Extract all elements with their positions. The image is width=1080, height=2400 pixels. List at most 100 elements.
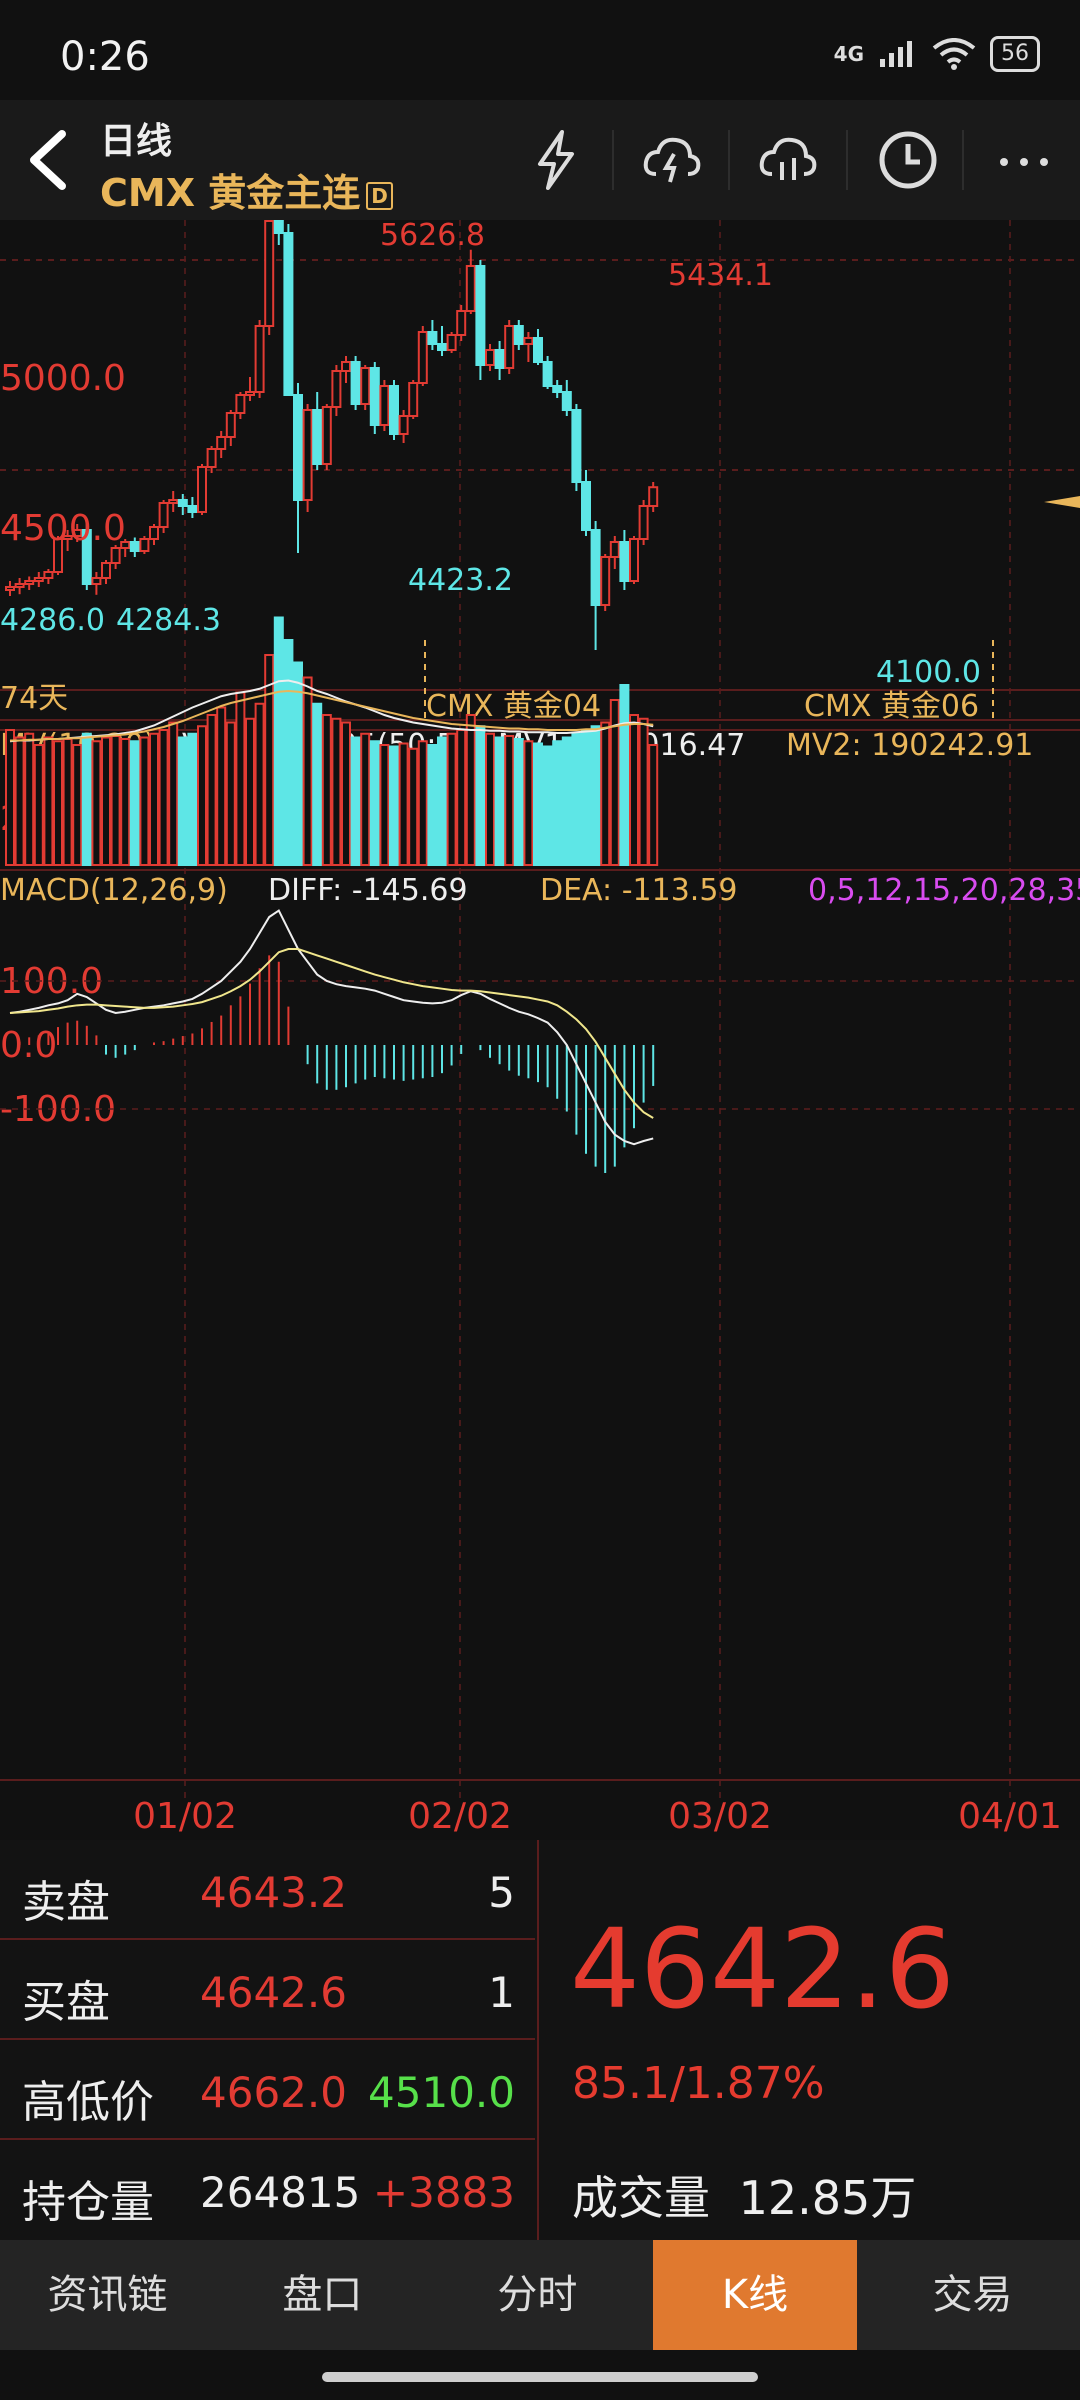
volume-bar [101,736,111,866]
volume-bar [360,732,371,866]
high-low-row: 高低价 4662.0 4510.0 [0,2040,535,2140]
flash-icon[interactable] [524,128,588,192]
home-indicator[interactable] [322,2372,758,2382]
candle-body [302,409,313,501]
header-divider [612,130,614,190]
volume-bar [187,732,198,866]
ask-size: 5 [488,1868,515,1917]
tab-kline[interactable]: K线 [652,2240,858,2350]
macd-title: MACD(12,26,9) [0,873,228,908]
candle-body [609,541,620,558]
volume-bar [225,721,236,866]
ask-label: 卖盘 [22,1877,110,1928]
candle-body [437,343,447,351]
volume-bar [14,736,25,866]
volume-bar [494,736,505,866]
quote-panel: 卖盘 4643.2 5 买盘 4642.6 1 高低价 4662.0 4510.… [0,1840,1080,2240]
volume-bar [398,742,409,866]
ask-price: 4643.2 [200,1868,347,1917]
status-time: 0:26 [60,34,150,80]
volume-bar [33,744,44,866]
volume-bar [446,732,457,866]
kline-chart-canvas[interactable]: 5000.0 4500.0 5626.8 5434.1 4423.2 4100.0 4286… [0,191,1080,1840]
instrument-title[interactable]: CMX 黄金主连 D [100,162,393,217]
tab-orderbook[interactable]: 盘口 [215,2240,430,2350]
bid-label: 买盘 [22,1977,110,2028]
candle-body [129,541,140,552]
candle-body [177,499,188,507]
volume-bar [533,742,543,866]
volume-bar [571,732,582,866]
volume-bar [273,616,284,866]
header-divider [728,130,730,190]
x-axis-tick: 03/02 [668,1796,772,1837]
candle-body [91,577,102,585]
high2-annotation: 5434.1 [668,258,773,293]
candle-body [581,481,591,531]
high-low-label: 高低价 [22,2077,154,2128]
last-price: 4642.6 [570,1905,955,2033]
bottom-tab-bar: 资讯链 盘口 分时 K线 交易 [0,2240,1080,2350]
candle-body [513,325,524,345]
volume-bar [331,717,342,866]
app-header: 日线 CMX 黄金主连 D [0,100,1080,220]
volume-bar [581,729,591,866]
candle-body [264,220,275,327]
candle-body [110,547,121,564]
volume-bar [504,735,515,866]
candle-body [235,394,246,414]
candle-body [379,385,390,426]
volume-bar [600,721,611,866]
volume-bar [485,732,495,866]
kline-chart[interactable]: 5000.0 4500.0 5626.8 5434.1 4423.2 4100.0 4286… [0,191,1080,1840]
mv2-readout: MV2: 190242.91 [786,728,1033,763]
volume-bar [254,702,265,866]
x-axis-tick: 04/01 [958,1796,1062,1837]
candle-body [638,505,649,540]
open-interest-value: 264815 [200,2168,361,2217]
clock-icon[interactable] [876,128,940,192]
volume-label: 成交量 [572,2171,710,2225]
volume-bar [197,725,207,866]
volume-bar [638,717,649,866]
volume-bar [389,745,399,866]
candle-body [408,382,419,417]
tab-intraday[interactable]: 分时 [430,2240,645,2350]
volume-bar [379,744,390,866]
candle-body [427,331,438,345]
candle-body [369,367,380,426]
volume-bar [552,740,563,866]
contract-b-label: CMX 黄金06 [804,689,979,724]
candle-body [312,409,323,465]
volume-bar [590,725,601,866]
candle-body [293,394,303,501]
cloud-download-icon[interactable] [640,128,704,192]
quote-divider [537,1840,539,2240]
candle-body [619,541,630,582]
tab-news[interactable]: 资讯链 [0,2240,215,2350]
volume-bar [245,717,255,866]
d-badge: D [366,181,393,210]
cloud-upload-icon[interactable] [756,128,820,192]
back-button[interactable] [22,128,72,203]
tab-trade[interactable]: 交易 [865,2240,1080,2350]
status-icons: 4G 56 [834,36,1040,72]
candle-body [101,562,111,579]
volume-bar [465,714,476,866]
macd-axis-label: 0.0 [0,1025,57,1066]
candle-body [43,571,54,579]
signal-icon [880,41,912,67]
candle-body [331,370,342,408]
left-low-a-annotation: 4286.0 [0,603,105,638]
volume-bar [341,721,351,866]
more-icon[interactable] [992,128,1056,192]
open-interest-row: 持仓量 264815 +3883 [0,2140,535,2238]
volume-bar [235,691,246,866]
volume-bar [62,738,73,866]
x-axis-tick: 02/02 [408,1796,512,1837]
candle-body [149,526,159,540]
candle-body [216,436,227,450]
status-bar: 0:26 4G 56 [0,0,1080,100]
low-price: 4510.0 [368,2068,515,2117]
volume-bar [417,740,428,866]
